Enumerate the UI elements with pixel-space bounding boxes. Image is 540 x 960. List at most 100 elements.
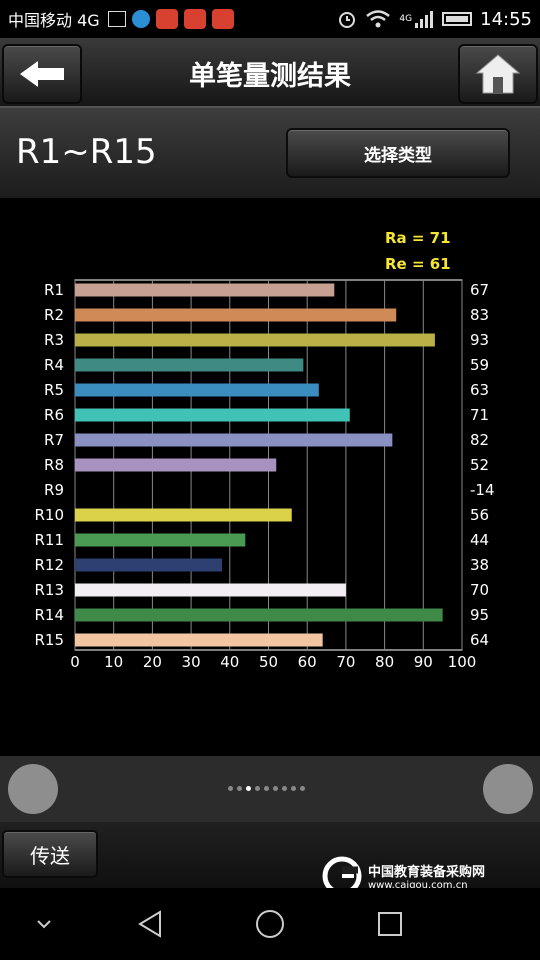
bar [75, 383, 319, 397]
app-notification-icon [155, 9, 178, 29]
page-dot [246, 786, 251, 791]
category-label: R1 [44, 281, 64, 299]
previous-page-button[interactable] [8, 764, 58, 814]
nav-home-button[interactable] [252, 906, 288, 942]
value-label: 44 [470, 531, 489, 549]
x-tick-label: 10 [104, 653, 123, 671]
bar [75, 608, 443, 622]
x-tick-label: 0 [70, 653, 80, 671]
page-dot [237, 786, 242, 791]
category-label: R3 [44, 331, 64, 349]
pager-bar [0, 756, 540, 822]
next-page-button[interactable] [483, 764, 533, 814]
value-label: 67 [470, 281, 489, 299]
x-tick-label: 30 [182, 653, 201, 671]
chart-annotation: Ra = 71 [385, 229, 451, 247]
value-label: 56 [470, 506, 489, 524]
nav-back-button[interactable] [132, 906, 168, 942]
x-tick-label: 40 [220, 653, 239, 671]
watermark-name: 中国教育装备采购网 [368, 865, 486, 880]
app-notification-icon [211, 9, 234, 29]
category-label: R11 [34, 531, 64, 549]
chart-svg: 0 10 20 30 40 50 60 70 80 90 100 R1 67 R2 83 R3 93 R4 59 R5… [34, 229, 495, 671]
bar [75, 333, 435, 347]
page-dot [264, 786, 269, 791]
value-label: 64 [470, 631, 489, 649]
value-label: 63 [470, 381, 489, 399]
category-label: R15 [34, 631, 64, 649]
value-label: 82 [470, 431, 489, 449]
circle-home-icon [256, 910, 284, 938]
page-dot [291, 786, 296, 791]
category-label: R8 [44, 456, 64, 474]
x-tick-label: 100 [448, 653, 477, 671]
category-label: R5 [44, 381, 64, 399]
page-dot [255, 786, 260, 791]
status-bar: 中国移动 4G 4G 14:55 [0, 0, 540, 38]
bar [75, 283, 335, 297]
category-label: R6 [44, 406, 64, 424]
category-label: R7 [44, 431, 64, 449]
x-tick-label: 90 [414, 653, 433, 671]
x-tick-label: 20 [143, 653, 162, 671]
title-bar: 单笔量测结果 [0, 38, 540, 108]
status-right: 4G 14:55 [337, 9, 532, 30]
value-label: 71 [470, 406, 489, 424]
value-label: 38 [470, 556, 489, 574]
home-button[interactable] [458, 44, 538, 104]
notification-icons [107, 9, 234, 29]
status-time: 14:55 [480, 8, 532, 30]
battery-icon [442, 12, 473, 26]
bar [75, 308, 397, 322]
x-tick-label: 50 [259, 653, 278, 671]
category-label: R10 [34, 506, 64, 524]
bar [75, 458, 277, 472]
bar [75, 583, 346, 597]
page-dot [300, 786, 305, 791]
home-icon [475, 54, 521, 94]
range-bar: R1~R15 选择类型 [0, 108, 540, 198]
value-label: 93 [470, 331, 489, 349]
x-tick-label: 70 [336, 653, 355, 671]
select-type-button[interactable]: 选择类型 [286, 128, 510, 178]
app-notification-icon [183, 9, 206, 29]
value-label: 83 [470, 306, 489, 324]
bar [75, 358, 304, 372]
alarm-icon [339, 12, 356, 28]
value-label: 95 [470, 606, 489, 624]
page-dot [282, 786, 287, 791]
browser-app-icon [131, 10, 150, 28]
bar [75, 508, 292, 522]
hide-keyboard-button[interactable] [26, 906, 62, 942]
category-label: R2 [44, 306, 64, 324]
page-dot [228, 786, 233, 791]
gallery-icon [107, 11, 126, 27]
nav-recents-button[interactable] [372, 906, 408, 942]
wifi-icon [366, 10, 391, 28]
value-label: -14 [470, 481, 495, 499]
square-recents-icon [378, 912, 402, 936]
category-label: R14 [34, 606, 64, 624]
page-dot [273, 786, 278, 791]
chart-annotation: Re = 61 [385, 255, 451, 273]
category-label: R12 [34, 556, 64, 574]
bar [75, 558, 223, 572]
chevron-down-icon [37, 920, 51, 929]
send-button[interactable]: 传送 [2, 830, 98, 878]
x-tick-label: 80 [375, 653, 394, 671]
category-label: R9 [44, 481, 64, 499]
signal-icon [415, 11, 434, 28]
bar [75, 633, 323, 647]
category-label: R4 [44, 356, 64, 374]
value-label: 70 [470, 581, 489, 599]
value-label: 52 [470, 456, 489, 474]
carrier-label: 中国移动 4G [8, 11, 100, 30]
range-label: R1~R15 [16, 132, 157, 172]
bar-chart: 0 10 20 30 40 50 60 70 80 90 100 R1 67 R2 83 R3 93 R4 59 R5… [0, 198, 540, 756]
system-nav-bar [0, 888, 540, 960]
bottom-bar: 传送 中国教育装备采购网 www.caigou.com.cn [0, 822, 540, 896]
category-label: R13 [34, 581, 64, 599]
x-tick-label: 60 [298, 653, 317, 671]
value-label: 59 [470, 356, 489, 374]
network-type-label: 4G [399, 14, 413, 24]
